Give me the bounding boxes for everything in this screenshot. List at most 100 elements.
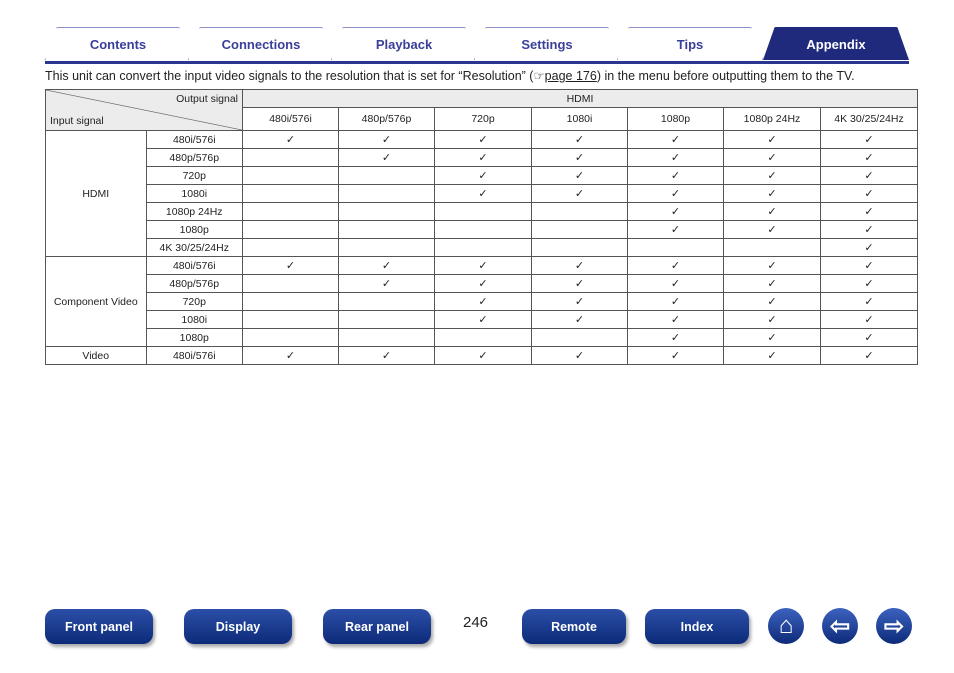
check-mark: ✓ [531, 310, 628, 329]
empty-cell [242, 292, 339, 311]
check-mark: ✓ [627, 220, 724, 239]
check-mark: ✓ [242, 346, 339, 365]
rear-panel-button[interactable]: Rear panel [323, 609, 431, 644]
empty-cell [434, 328, 532, 347]
arrow-left-icon[interactable]: ⇦ [822, 608, 858, 644]
check-mark: ✓ [723, 256, 821, 275]
check-mark: ✓ [723, 166, 821, 185]
input-format-label: 480i/576i [145, 256, 243, 275]
check-mark: ✓ [723, 130, 821, 149]
table-row: 1080i ✓ ✓ ✓ ✓ ✓ [46, 310, 918, 329]
tab-appendix[interactable]: Appendix [763, 27, 909, 60]
check-mark: ✓ [627, 346, 724, 365]
table-row: 1080p ✓ ✓ ✓ [46, 220, 918, 239]
empty-cell [338, 220, 435, 239]
column-header: 480i/576i [242, 107, 339, 131]
check-mark: ✓ [820, 184, 918, 203]
check-mark: ✓ [723, 292, 821, 311]
page-number: 246 [463, 614, 489, 631]
front-panel-button[interactable]: Front panel [45, 609, 153, 644]
input-format-label: 1080p 24Hz [145, 202, 243, 221]
output-group-hdmi: HDMI [242, 89, 918, 108]
tab-connections[interactable]: Connections [188, 27, 334, 60]
check-mark: ✓ [820, 130, 918, 149]
check-mark: ✓ [627, 256, 724, 275]
empty-cell [434, 220, 532, 239]
empty-cell [338, 328, 435, 347]
tab-settings[interactable]: Settings [474, 27, 620, 60]
table-row: 1080p ✓ ✓ ✓ [46, 328, 918, 347]
empty-cell [338, 202, 435, 221]
intro-after: ) in the menu before outputting them to … [596, 69, 855, 83]
empty-cell [338, 238, 435, 257]
check-mark: ✓ [531, 346, 628, 365]
check-mark: ✓ [338, 130, 435, 149]
check-mark: ✓ [723, 220, 821, 239]
empty-cell [242, 202, 339, 221]
check-mark: ✓ [820, 166, 918, 185]
empty-cell [242, 184, 339, 203]
empty-cell [338, 166, 435, 185]
empty-cell [242, 328, 339, 347]
table-row: 4K 30/25/24Hz ✓ [46, 238, 918, 257]
tab-playback[interactable]: Playback [331, 27, 477, 60]
table-row: HDMI 480i/576i ✓ ✓ ✓ ✓ ✓ ✓ ✓ [45, 130, 918, 257]
check-mark: ✓ [434, 346, 532, 365]
check-mark: ✓ [531, 256, 628, 275]
check-mark: ✓ [338, 274, 435, 293]
check-mark: ✓ [627, 202, 724, 221]
empty-cell [242, 148, 339, 167]
display-button[interactable]: Display [184, 609, 292, 644]
check-mark: ✓ [723, 202, 821, 221]
table-row: Component Video 480i/576i ✓ ✓ ✓ ✓ ✓ ✓ ✓ [45, 256, 918, 347]
check-mark: ✓ [434, 184, 532, 203]
empty-cell [338, 184, 435, 203]
output-signal-label: Output signal [176, 93, 238, 105]
check-mark: ✓ [531, 274, 628, 293]
input-format-label: 480p/576p [145, 148, 243, 167]
check-mark: ✓ [338, 346, 435, 365]
intro-text: This unit can convert the input video si… [45, 68, 855, 83]
input-group-label: Video [45, 346, 147, 365]
conversion-table: Output signal Input signal HDMI 480i/576… [45, 89, 918, 365]
input-signal-label: Input signal [50, 115, 104, 127]
corner-header: Output signal Input signal [45, 89, 243, 131]
check-mark: ✓ [531, 166, 628, 185]
check-mark: ✓ [531, 184, 628, 203]
column-header: 480p/576p [338, 107, 435, 131]
check-mark: ✓ [820, 310, 918, 329]
check-mark: ✓ [723, 328, 821, 347]
column-header: 1080p [627, 107, 724, 131]
column-header: 4K 30/25/24Hz [820, 107, 918, 131]
check-mark: ✓ [627, 310, 724, 329]
check-mark: ✓ [820, 148, 918, 167]
input-group-label: HDMI [45, 130, 147, 257]
empty-cell [531, 328, 628, 347]
empty-cell [434, 238, 532, 257]
check-mark: ✓ [338, 148, 435, 167]
check-mark: ✓ [723, 148, 821, 167]
column-header: 720p [434, 107, 532, 131]
empty-cell [531, 238, 628, 257]
intro-before: This unit can convert the input video si… [45, 69, 534, 83]
check-mark: ✓ [531, 148, 628, 167]
check-mark: ✓ [627, 148, 724, 167]
page-link[interactable]: page 176 [545, 69, 597, 83]
check-mark: ✓ [434, 166, 532, 185]
check-mark: ✓ [338, 256, 435, 275]
home-icon[interactable]: ⌂ [768, 608, 804, 644]
empty-cell [338, 310, 435, 329]
tab-tips[interactable]: Tips [617, 27, 763, 60]
empty-cell [531, 220, 628, 239]
check-mark: ✓ [434, 274, 532, 293]
tab-contents[interactable]: Contents [45, 27, 191, 60]
check-mark: ✓ [434, 256, 532, 275]
table-row: Video 480i/576i ✓ ✓ ✓ ✓ ✓ ✓ ✓ [45, 346, 918, 365]
arrow-right-icon[interactable]: ⇨ [876, 608, 912, 644]
input-format-label: 1080i [145, 310, 243, 329]
input-format-label: 4K 30/25/24Hz [145, 238, 243, 257]
index-button[interactable]: Index [645, 609, 749, 644]
table-row: 720p ✓ ✓ ✓ ✓ ✓ [46, 166, 918, 185]
input-format-label: 1080i [145, 184, 243, 203]
remote-button[interactable]: Remote [522, 609, 626, 644]
